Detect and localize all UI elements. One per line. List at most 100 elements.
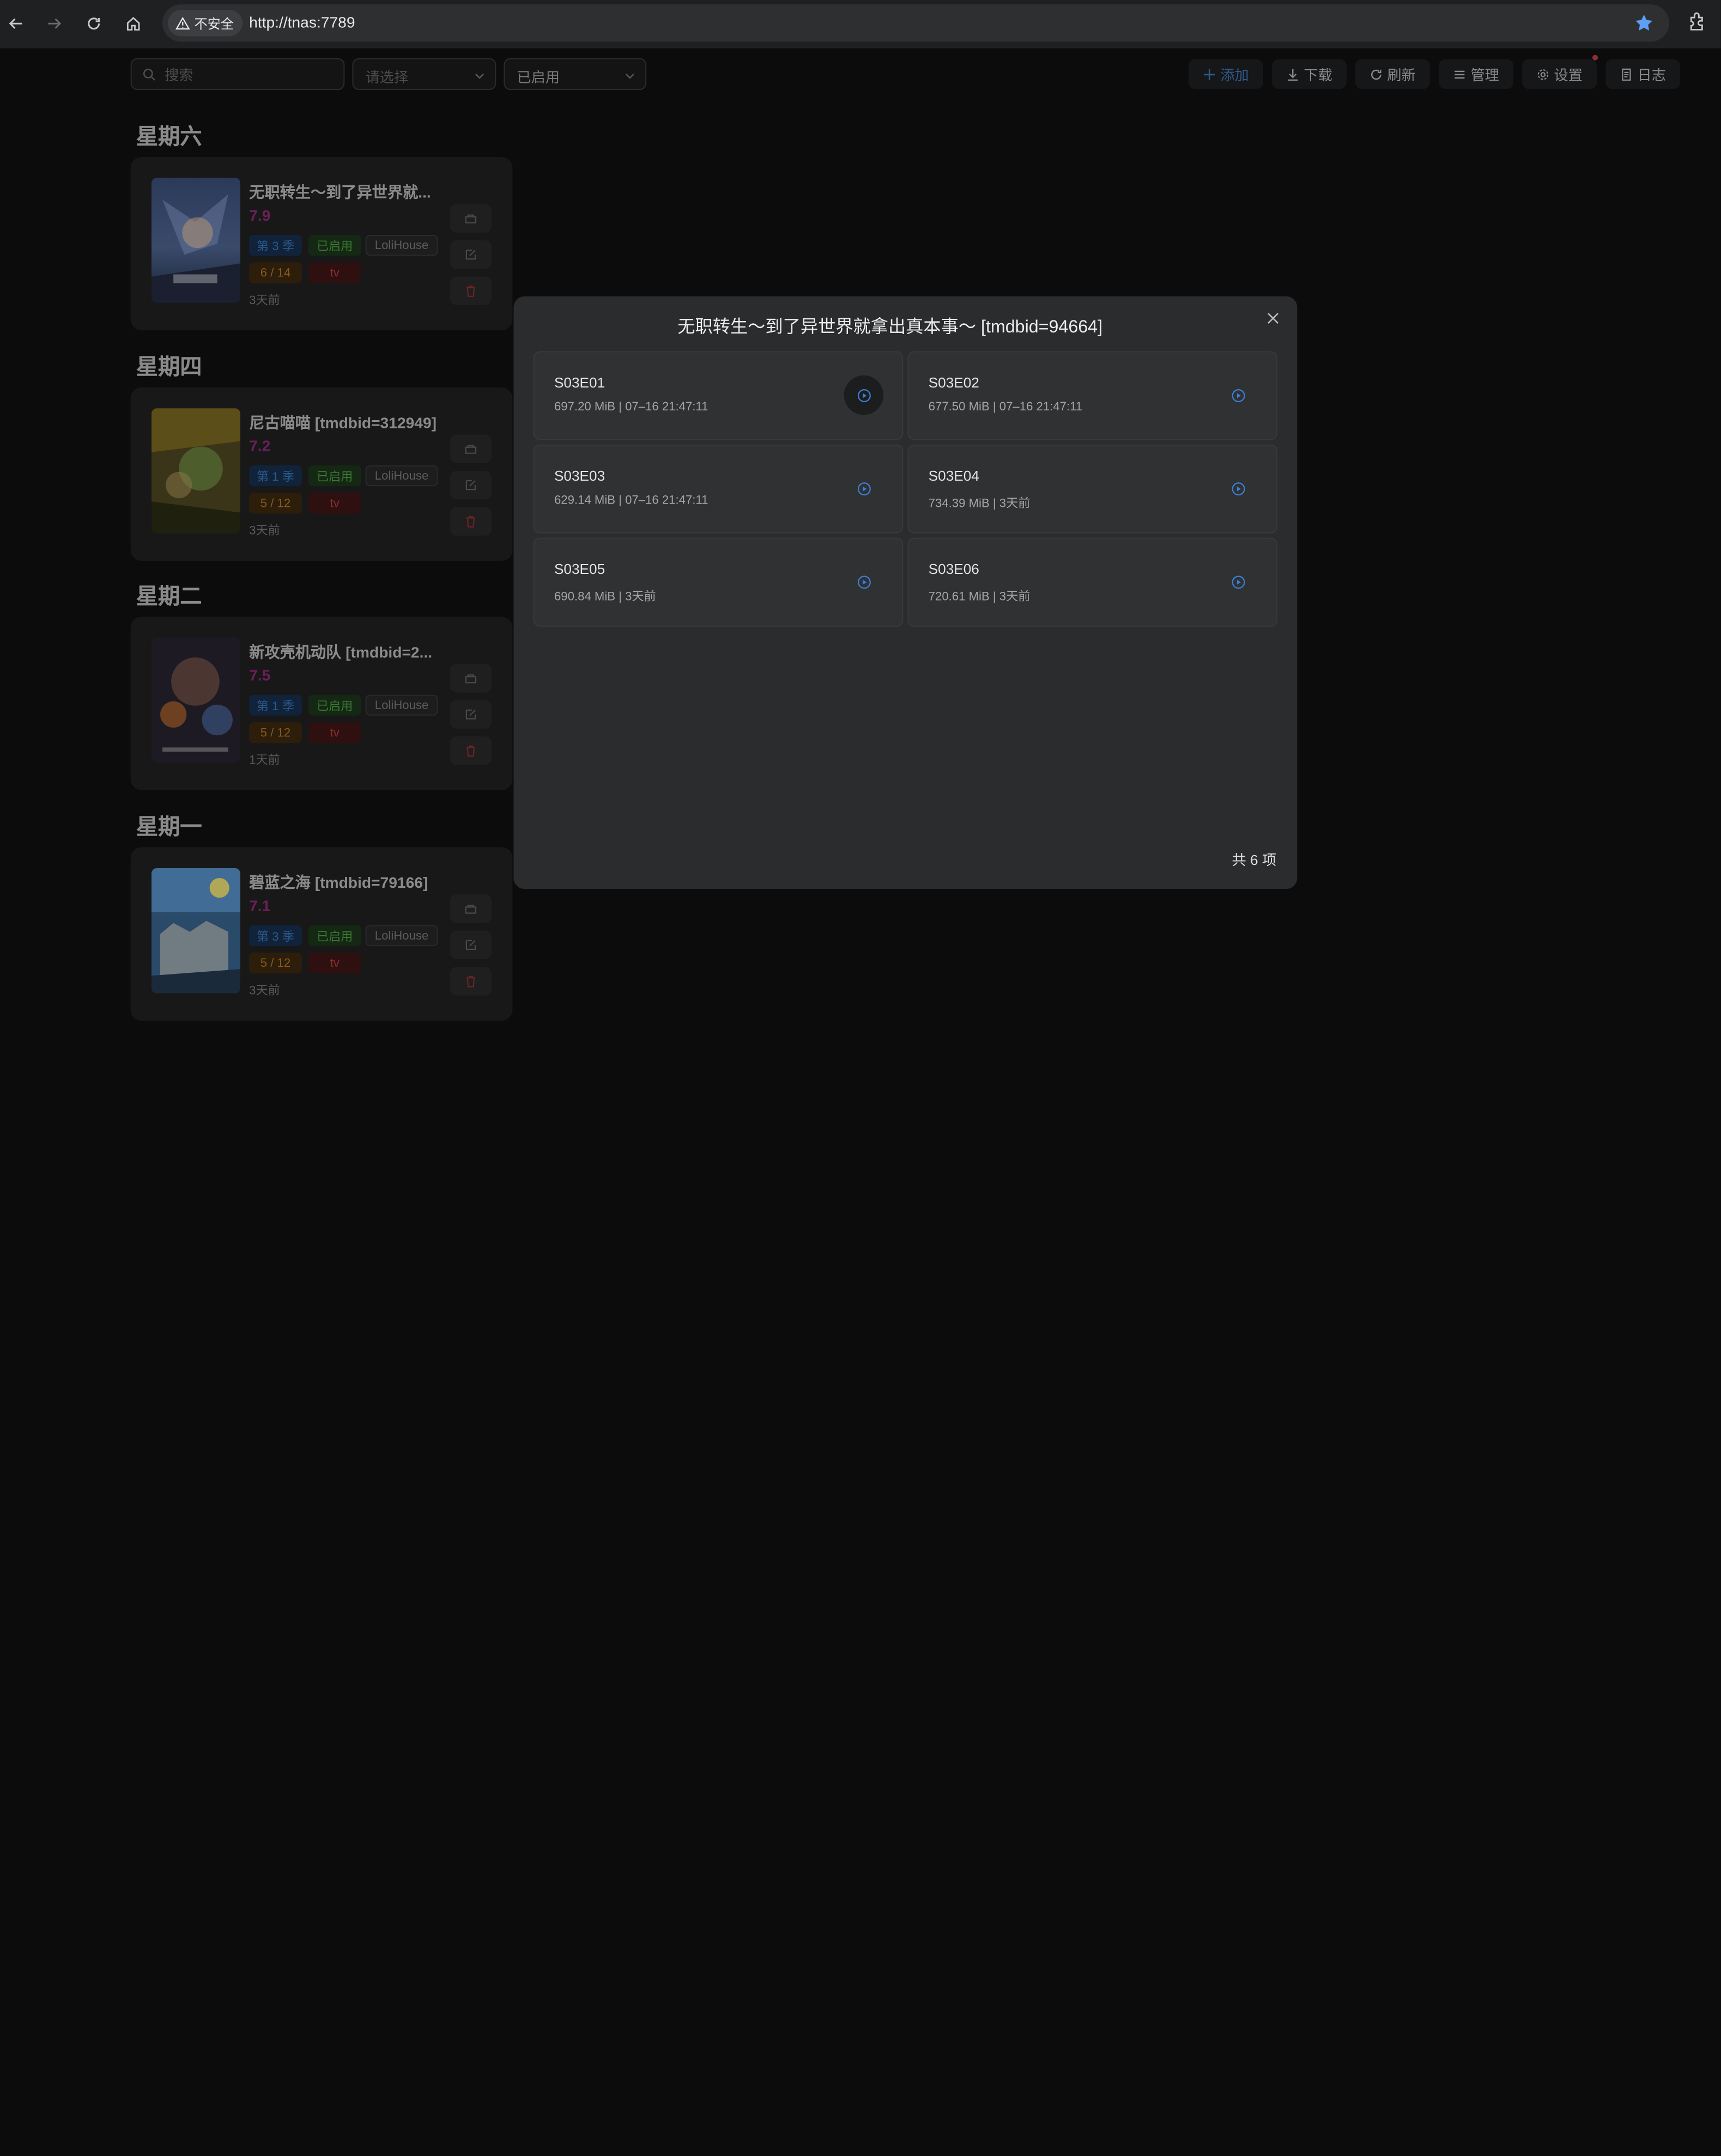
delete-button[interactable]: [450, 967, 492, 996]
episode-item[interactable]: S03E01 697.20 MiB | 07–16 21:47:11: [533, 351, 904, 440]
episode-name: S03E05: [554, 561, 605, 578]
episode-name: S03E02: [928, 374, 979, 391]
home-button[interactable]: [118, 9, 147, 37]
security-label: 不安全: [194, 16, 234, 32]
updated-time: 1天前: [249, 754, 280, 767]
play-button[interactable]: [844, 375, 884, 415]
log-button-label: 日志: [1637, 66, 1666, 84]
anime-card[interactable]: 无职转生～到了异世界就... 7.9 第 3 季 已启用 LoliHouse 6…: [130, 156, 513, 331]
security-indicator[interactable]: 不安全: [168, 10, 243, 37]
search-field[interactable]: [130, 58, 345, 90]
url-text[interactable]: http://tnas:7789: [249, 13, 355, 31]
anime-card[interactable]: 尼古喵喵 [tmdbid=312949] 7.2 第 1 季 已启用 LoliH…: [130, 387, 513, 561]
edit-button[interactable]: [450, 470, 492, 500]
manage-button[interactable]: 管理: [1439, 59, 1514, 89]
settings-button[interactable]: 设置: [1522, 59, 1597, 89]
log-button[interactable]: 日志: [1605, 59, 1681, 89]
episodes-button[interactable]: [450, 664, 492, 693]
forward-button[interactable]: [39, 9, 68, 37]
play-button[interactable]: [844, 562, 883, 601]
card-title[interactable]: 无职转生～到了异世界就...: [249, 181, 441, 203]
warning-icon: [175, 16, 190, 29]
episodes-button[interactable]: [450, 434, 492, 463]
play-button[interactable]: [844, 469, 883, 508]
progress-tag: 5 / 12: [249, 952, 302, 974]
card-title[interactable]: 尼古喵喵 [tmdbid=312949]: [249, 411, 441, 433]
episode-meta: 690.84 MiB | 3天前: [554, 590, 656, 604]
status-select[interactable]: 已启用: [504, 58, 647, 90]
add-button[interactable]: 添加: [1188, 59, 1263, 89]
rating: 7.1: [249, 897, 271, 915]
browser-toolbar: 不安全 http://tnas:7789: [0, 0, 1721, 49]
dialog-title: 无职转生～到了异世界就拿出真本事～ [tmdbid=94664]: [677, 318, 1103, 337]
poster-image[interactable]: [151, 868, 241, 994]
card-title[interactable]: 新攻壳机动队 [tmdbid=2...: [249, 641, 441, 663]
play-icon: [857, 389, 870, 402]
poster-image[interactable]: [151, 178, 241, 303]
close-icon[interactable]: [1265, 311, 1281, 326]
episode-item[interactable]: S03E06 720.61 MiB | 3天前: [907, 537, 1278, 627]
delete-button[interactable]: [450, 276, 492, 305]
episode-item[interactable]: S03E03 629.14 MiB | 07–16 21:47:11: [533, 444, 904, 534]
delete-button[interactable]: [450, 507, 492, 536]
type-tag: tv: [308, 262, 361, 283]
rating: 7.5: [249, 666, 271, 684]
play-button[interactable]: [1218, 562, 1257, 601]
search-input[interactable]: [162, 63, 332, 87]
updated-time: 3天前: [249, 984, 280, 998]
edit-button[interactable]: [450, 240, 492, 269]
play-button[interactable]: [1218, 376, 1257, 415]
menu-icon: [1455, 70, 1465, 78]
group-tag: LoliHouse: [365, 465, 438, 487]
download-button[interactable]: 下载: [1271, 59, 1347, 89]
plus-icon: [1204, 68, 1215, 80]
type-tag: tv: [308, 722, 361, 743]
refresh-button[interactable]: 刷新: [1355, 59, 1430, 89]
day-heading-thursday: 星期四: [136, 355, 202, 380]
episode-item[interactable]: S03E02 677.50 MiB | 07–16 21:47:11: [907, 351, 1278, 440]
home-icon: [126, 16, 140, 31]
season-tag: 第 1 季: [249, 694, 302, 716]
edit-button[interactable]: [450, 930, 492, 960]
folder-icon: [465, 214, 477, 223]
rating: 7.2: [249, 437, 271, 455]
day-heading-tuesday: 星期二: [136, 585, 202, 609]
anime-card[interactable]: 新攻壳机动队 [tmdbid=2... 7.5 第 1 季 已启用 LoliHo…: [130, 616, 513, 790]
type-tag: tv: [308, 952, 361, 974]
progress-tag: 6 / 14: [249, 262, 302, 283]
episode-item[interactable]: S03E04 734.39 MiB | 3天前: [907, 444, 1278, 534]
bookmark-star-icon[interactable]: [1634, 13, 1654, 33]
edit-button[interactable]: [450, 700, 492, 729]
edit-icon: [465, 480, 476, 490]
delete-button[interactable]: [450, 736, 492, 765]
day-heading-monday: 星期一: [136, 815, 202, 840]
reload-button[interactable]: [79, 9, 107, 37]
rating: 7.9: [249, 206, 271, 224]
arrow-right-icon: [47, 17, 61, 28]
poster-image[interactable]: [151, 638, 241, 763]
chevron-down-icon: [475, 74, 484, 79]
season-tag: 第 3 季: [249, 925, 302, 946]
arrow-left-icon: [8, 17, 22, 28]
episodes-button[interactable]: [450, 204, 492, 233]
season-tag: 第 3 季: [249, 234, 302, 256]
folder-icon: [465, 674, 477, 683]
updated-time: 3天前: [249, 294, 280, 307]
back-button[interactable]: [1, 9, 29, 37]
episode-name: S03E06: [928, 561, 979, 578]
card-title[interactable]: 碧蓝之海 [tmdbid=79166]: [249, 871, 441, 893]
episode-item[interactable]: S03E05 690.84 MiB | 3天前: [533, 537, 904, 627]
play-icon: [857, 575, 870, 589]
episode-name: S03E04: [928, 467, 979, 485]
extensions-icon[interactable]: [1687, 11, 1708, 33]
play-button[interactable]: [1218, 469, 1257, 508]
document-icon: [1622, 68, 1631, 81]
episodes-button[interactable]: [450, 894, 492, 923]
category-select[interactable]: 请选择: [352, 58, 496, 90]
poster-image[interactable]: [151, 408, 241, 534]
anime-card[interactable]: 碧蓝之海 [tmdbid=79166] 7.1 第 3 季 已启用 LoliHo…: [130, 847, 513, 1021]
address-bar[interactable]: 不安全 http://tnas:7789: [162, 4, 1669, 42]
trash-icon: [466, 745, 475, 757]
edit-icon: [465, 709, 476, 720]
chevron-down-icon: [625, 74, 634, 79]
